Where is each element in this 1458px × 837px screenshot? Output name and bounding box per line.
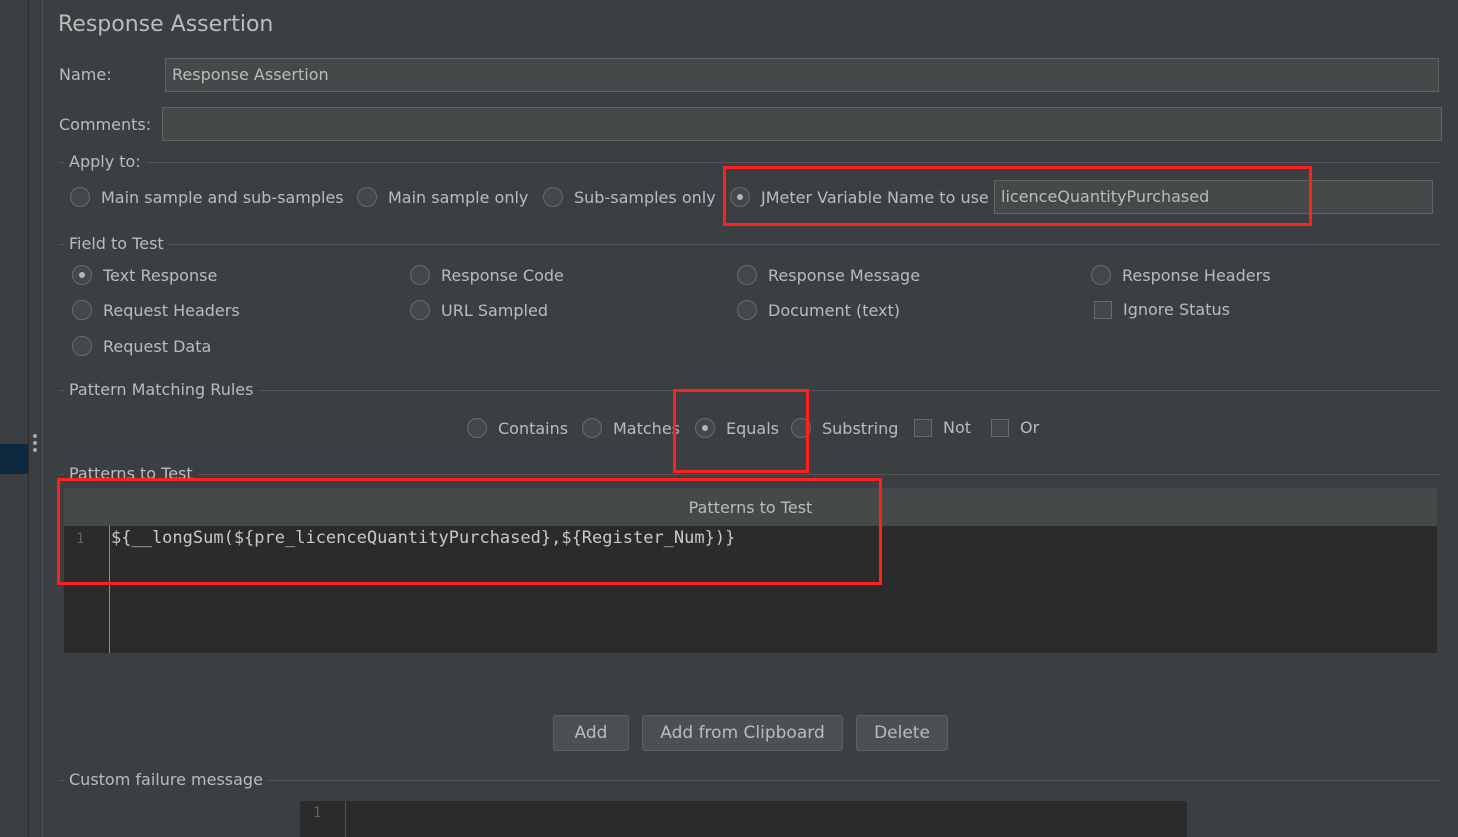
option-label: Response Message — [768, 265, 921, 285]
apply-to-section: Apply to: — [58, 150, 1440, 174]
name-input[interactable]: Response Assertion — [165, 58, 1439, 92]
option-label: Matches — [613, 418, 680, 438]
rule-equals-radio[interactable]: Equals — [695, 418, 779, 438]
option-label: Response Headers — [1122, 265, 1271, 285]
drag-handle-icon[interactable] — [33, 434, 37, 455]
option-label: JMeter Variable Name to use — [761, 187, 989, 207]
option-label: Main sample only — [388, 187, 529, 207]
patterns-editor[interactable]: 1 ${__longSum(${pre_licenceQuantityPurch… — [64, 526, 1437, 653]
split-pane-divider[interactable] — [29, 0, 41, 837]
field-to-test-title: Field to Test — [64, 232, 169, 256]
radio-icon[interactable] — [543, 187, 563, 207]
failure-message-section: Custom failure message — [58, 768, 1440, 792]
option-label: Request Data — [103, 336, 212, 356]
radio-icon[interactable] — [357, 187, 377, 207]
field-response-message-radio[interactable]: Response Message — [737, 265, 920, 285]
radio-icon[interactable] — [72, 336, 92, 356]
checkbox-icon[interactable] — [914, 418, 932, 437]
response-assertion-window: Response Assertion Name: Response Assert… — [0, 0, 1458, 837]
pattern-rules-section: Pattern Matching Rules — [58, 378, 1440, 402]
apply-main-and-sub-radio[interactable]: Main sample and sub-samples — [70, 187, 344, 207]
radio-selected-icon[interactable] — [72, 265, 92, 285]
radio-selected-icon[interactable] — [730, 187, 750, 207]
content-border — [42, 0, 43, 837]
field-request-data-radio[interactable]: Request Data — [72, 336, 211, 356]
option-label: Equals — [726, 418, 779, 438]
failure-message-editor[interactable]: 1 — [300, 801, 1201, 837]
pattern-rules-title: Pattern Matching Rules — [64, 378, 259, 402]
option-label: URL Sampled — [441, 300, 548, 320]
jmeter-variable-input[interactable]: licenceQuantityPurchased — [994, 180, 1433, 214]
test-plan-tree[interactable] — [0, 0, 29, 837]
patterns-section: Patterns to Test — [58, 462, 1440, 486]
rule-matches-radio[interactable]: Matches — [582, 418, 680, 438]
add-from-clipboard-button[interactable]: Add from Clipboard — [642, 715, 843, 751]
rule-not-checkbox[interactable]: Not — [914, 418, 971, 437]
radio-icon[interactable] — [70, 187, 90, 207]
line-number: 1 — [313, 805, 322, 821]
rule-contains-radio[interactable]: Contains — [467, 418, 568, 438]
radio-icon[interactable] — [582, 418, 602, 438]
apply-main-only-radio[interactable]: Main sample only — [357, 187, 528, 207]
patterns-section-title: Patterns to Test — [64, 462, 198, 486]
option-label: Or — [1020, 418, 1040, 437]
radio-icon[interactable] — [467, 418, 487, 438]
patterns-column-header[interactable]: Patterns to Test — [64, 488, 1437, 527]
comments-input[interactable] — [162, 107, 1442, 141]
checkbox-icon[interactable] — [1094, 300, 1112, 319]
radio-icon[interactable] — [72, 300, 92, 320]
radio-icon[interactable] — [410, 300, 430, 320]
option-label: Sub-samples only — [574, 187, 716, 207]
failure-message-title: Custom failure message — [64, 768, 268, 792]
rule-substring-radio[interactable]: Substring — [791, 418, 898, 438]
checkbox-icon[interactable] — [991, 418, 1009, 437]
add-button[interactable]: Add — [553, 715, 629, 751]
field-request-headers-radio[interactable]: Request Headers — [72, 300, 240, 320]
option-label: Request Headers — [103, 300, 240, 320]
option-label: Document (text) — [768, 300, 901, 320]
delete-button[interactable]: Delete — [856, 715, 948, 751]
option-label: Substring — [822, 418, 899, 438]
rule-or-checkbox[interactable]: Or — [991, 418, 1039, 437]
radio-selected-icon[interactable] — [695, 418, 715, 438]
radio-icon[interactable] — [737, 265, 757, 285]
apply-sub-only-radio[interactable]: Sub-samples only — [543, 187, 716, 207]
radio-icon[interactable] — [737, 300, 757, 320]
field-document-text-radio[interactable]: Document (text) — [737, 300, 900, 320]
field-text-response-radio[interactable]: Text Response — [72, 265, 217, 285]
radio-icon[interactable] — [410, 265, 430, 285]
ignore-status-checkbox[interactable]: Ignore Status — [1094, 300, 1230, 319]
radio-icon[interactable] — [1091, 265, 1111, 285]
field-response-code-radio[interactable]: Response Code — [410, 265, 564, 285]
option-label: Response Code — [441, 265, 564, 285]
radio-icon[interactable] — [791, 418, 811, 438]
line-number-gutter: 1 — [300, 801, 346, 837]
line-number-gutter: 1 — [64, 526, 110, 653]
option-label: Text Response — [103, 265, 218, 285]
apply-to-title: Apply to: — [64, 150, 146, 174]
field-response-headers-radio[interactable]: Response Headers — [1091, 265, 1271, 285]
option-label: Ignore Status — [1123, 300, 1230, 319]
option-label: Main sample and sub-samples — [101, 187, 344, 207]
line-number: 1 — [76, 531, 85, 547]
field-to-test-section: Field to Test — [58, 232, 1440, 256]
scrollbar[interactable] — [1187, 801, 1201, 837]
pattern-text[interactable]: ${__longSum(${pre_licenceQuantityPurchas… — [111, 528, 735, 548]
page-title: Response Assertion — [58, 12, 274, 37]
comments-label: Comments: — [59, 115, 152, 134]
tree-selected-row[interactable] — [0, 444, 28, 474]
field-url-sampled-radio[interactable]: URL Sampled — [410, 300, 548, 320]
option-label: Contains — [498, 418, 569, 438]
option-label: Not — [943, 418, 972, 437]
name-label: Name: — [59, 65, 112, 84]
apply-jmeter-variable-radio[interactable]: JMeter Variable Name to use — [730, 187, 989, 207]
